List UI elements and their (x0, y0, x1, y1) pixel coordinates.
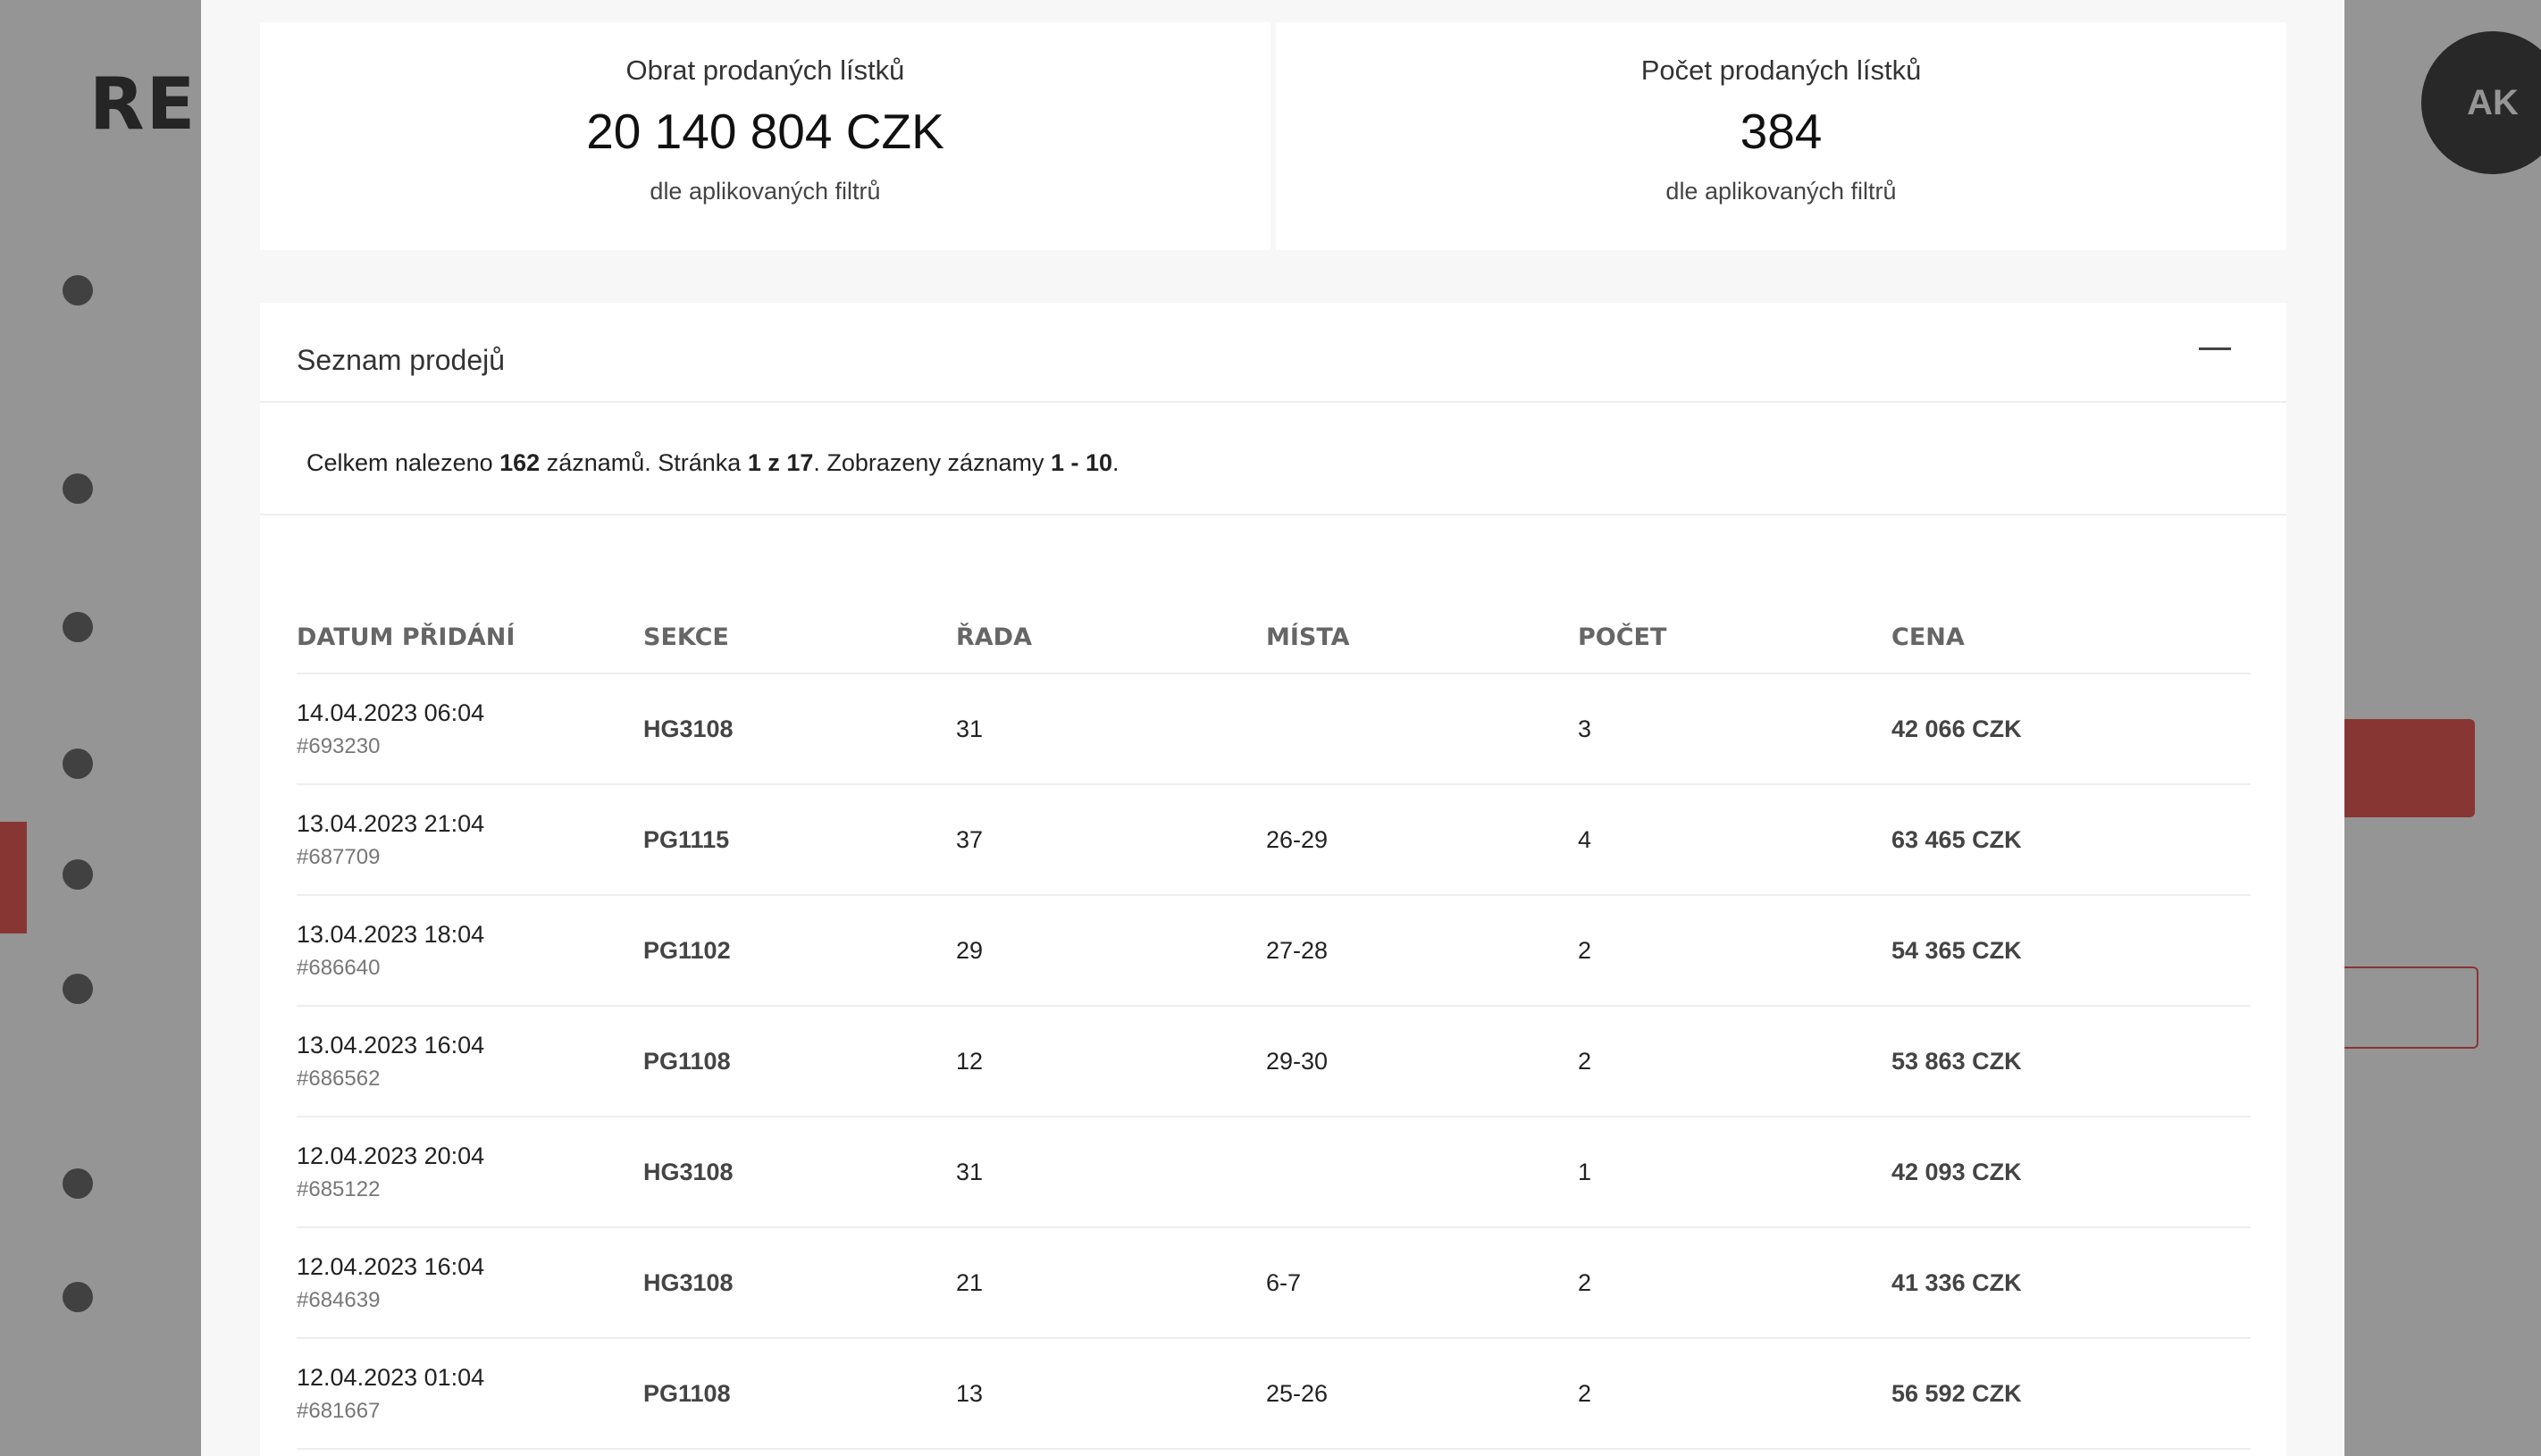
cell-price: 53 863 CZK (1891, 1006, 2251, 1117)
cell-count: 3 (1578, 674, 1891, 785)
cell-date: 12.04.2023 01:04 #681667 (297, 1338, 643, 1450)
sale-date: 12.04.2023 20:04 (297, 1142, 485, 1169)
sale-date: 13.04.2023 16:04 (297, 1031, 485, 1059)
cell-date: 12.04.2023 20:04 #685122 (297, 1117, 643, 1228)
order-id: #686640 (297, 955, 381, 980)
cell-date: 13.04.2023 18:04 #686640 (297, 895, 643, 1007)
cell-count: 1 (1578, 1117, 1891, 1228)
cell-seats (1266, 674, 1578, 785)
table-row[interactable]: 14.04.2023 06:04 #693230 HG3108 31 3 42 066 C… (297, 674, 2251, 785)
panel-header: Seznam prodejů (260, 303, 2286, 403)
order-id: #685122 (297, 1176, 381, 1201)
sale-date: 13.04.2023 21:04 (297, 809, 485, 837)
table-row[interactable]: 12.04.2023 16:04 #684639 HG3108 21 6-7 2 41 33… (297, 1227, 2251, 1339)
order-id: #687709 (297, 844, 381, 869)
table-row[interactable]: 13.04.2023 16:04 #686562 PG1108 12 29-30 2 53 … (297, 1006, 2251, 1117)
order-id: #686562 (297, 1066, 381, 1091)
stat-value: 20 140 804 CZK (586, 104, 944, 159)
cell-row: 21 (956, 1227, 1266, 1339)
cell-price: 41 336 CZK (1891, 1227, 2251, 1339)
stat-value: 384 (1740, 104, 1823, 159)
cell-count: 2 (1578, 895, 1891, 1007)
column-header-seats[interactable]: MÍSTA (1266, 598, 1578, 674)
column-header-section[interactable]: SEKCE (643, 598, 956, 674)
cell-count: 2 (1578, 1338, 1891, 1450)
cell-row: 31 (956, 674, 1266, 785)
cell-section: PG1108 (643, 1338, 956, 1450)
cell-section: PG1102 (643, 895, 956, 1007)
stat-title: Obrat prodaných lístků (625, 54, 905, 86)
stats-row: Obrat prodaných lístků 20 140 804 CZK dl… (260, 22, 2286, 250)
column-header-row[interactable]: ŘADA (956, 598, 1266, 674)
cell-section: PG1108 (643, 1006, 956, 1117)
stat-subtitle: dle aplikovaných filtrů (650, 178, 881, 205)
cell-price: 56 592 CZK (1891, 1338, 2251, 1450)
cell-row: 13 (956, 1338, 1266, 1450)
cell-seats: 26-29 (1266, 784, 1578, 896)
cell-date: 13.04.2023 21:04 #687709 (297, 784, 643, 896)
cell-price: 63 465 CZK (1891, 784, 2251, 896)
sales-list-panel: Seznam prodejů Celkem nalezeno 162 zázna… (260, 303, 2286, 1456)
table-row[interactable]: 12.04.2023 20:04 #685122 HG3108 31 1 42 093 C… (297, 1117, 2251, 1228)
collapse-icon[interactable] (2199, 339, 2231, 360)
cell-seats: 29-30 (1266, 1006, 1578, 1117)
sales-modal: Obrat prodaných lístků 20 140 804 CZK dl… (201, 0, 2344, 1456)
column-header-count[interactable]: POČET (1578, 598, 1891, 674)
panel-title: Seznam prodejů (297, 344, 506, 376)
summary-text: Celkem nalezeno 162 záznamů. Stránka 1 z… (306, 449, 1120, 476)
cell-count: 2 (1578, 1006, 1891, 1117)
cell-count: 4 (1578, 784, 1891, 896)
cell-price: 54 365 CZK (1891, 895, 2251, 1007)
cell-seats: 25-26 (1266, 1338, 1578, 1450)
cell-row: 31 (956, 1117, 1266, 1228)
results-summary: Celkem nalezeno 162 záznamů. Stránka 1 z… (260, 403, 2286, 515)
table-row[interactable]: 13.04.2023 21:04 #687709 PG1115 37 26-29 4 63 … (297, 784, 2251, 896)
cell-count: 2 (1578, 1227, 1891, 1339)
sales-table: DATUM PŘIDÁNÍ SEKCE ŘADA MÍSTA POČET CEN… (297, 598, 2251, 1450)
cell-row: 37 (956, 784, 1266, 896)
column-header-date[interactable]: DATUM PŘIDÁNÍ (297, 598, 643, 674)
table-row[interactable]: 12.04.2023 01:04 #681667 PG1108 13 25-26 2 56 … (297, 1338, 2251, 1450)
cell-section: PG1115 (643, 784, 956, 896)
order-id: #684639 (297, 1287, 381, 1312)
cell-row: 29 (956, 895, 1266, 1007)
cell-date: 12.04.2023 16:04 #684639 (297, 1227, 643, 1339)
cell-row: 12 (956, 1006, 1266, 1117)
cell-price: 42 066 CZK (1891, 674, 2251, 785)
sale-date: 13.04.2023 18:04 (297, 920, 485, 948)
cell-seats: 27-28 (1266, 895, 1578, 1007)
stat-title: Počet prodaných lístků (1640, 54, 1922, 86)
table-header-row: DATUM PŘIDÁNÍ SEKCE ŘADA MÍSTA POČET CEN… (297, 598, 2251, 674)
cell-date: 14.04.2023 06:04 #693230 (297, 674, 643, 785)
cell-section: HG3108 (643, 1117, 956, 1228)
stat-card-count: Počet prodaných lístků 384 dle aplikovan… (1276, 22, 2286, 250)
column-header-price[interactable]: CENA (1891, 598, 2251, 674)
sale-date: 12.04.2023 01:04 (297, 1363, 485, 1391)
order-id: #681667 (297, 1398, 381, 1423)
cell-seats (1266, 1117, 1578, 1228)
cell-section: HG3108 (643, 674, 956, 785)
order-id: #693230 (297, 733, 381, 758)
stat-card-revenue: Obrat prodaných lístků 20 140 804 CZK dl… (260, 22, 1270, 250)
stat-subtitle: dle aplikovaných filtrů (1665, 178, 1897, 205)
cell-seats: 6-7 (1266, 1227, 1578, 1339)
sale-date: 14.04.2023 06:04 (297, 699, 485, 726)
cell-price: 42 093 CZK (1891, 1117, 2251, 1228)
table-row[interactable]: 13.04.2023 18:04 #686640 PG1102 29 27-28 2 54 … (297, 895, 2251, 1007)
cell-date: 13.04.2023 16:04 #686562 (297, 1006, 643, 1117)
sale-date: 12.04.2023 16:04 (297, 1252, 485, 1280)
cell-section: HG3108 (643, 1227, 956, 1339)
